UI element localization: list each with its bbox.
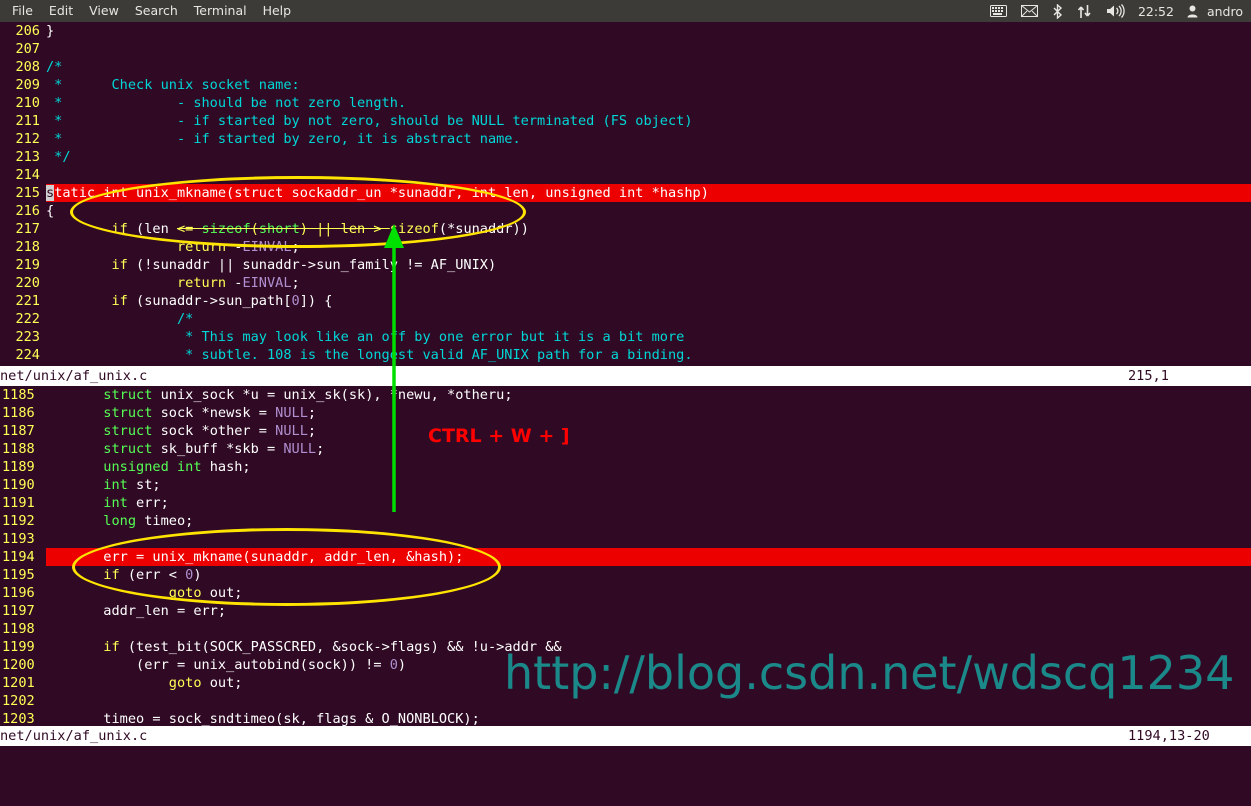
code-line: 210 * - should be not zero length. [0, 94, 1251, 112]
annotation-keystroke-hint: CTRL + W + ] [428, 425, 570, 447]
menu-edit[interactable]: Edit [41, 0, 81, 22]
code-line: 216{ [0, 202, 1251, 220]
status-position: 1194,13-20 [1128, 728, 1210, 744]
line-number: 1195 [2, 567, 35, 583]
menu-terminal[interactable]: Terminal [186, 0, 255, 22]
code-line: 1191 int err; [2, 495, 169, 511]
code-line: 218 return -EINVAL; [0, 238, 1251, 256]
code-line: 212 * - if started by zero, it is abstra… [0, 130, 1251, 148]
code-line: 223 * This may look like an off by one e… [0, 328, 1251, 346]
code-line: 211 * - if started by not zero, should b… [0, 112, 1251, 130]
line-number: 1199 [2, 639, 35, 655]
keyboard-icon[interactable] [983, 5, 1014, 17]
code-line: 1197 addr_len = err; [2, 603, 227, 619]
line-number: 1191 [2, 495, 35, 511]
line-number: 1190 [2, 477, 35, 493]
line-number: 1193 [2, 531, 35, 547]
line-number: 1189 [2, 459, 35, 475]
line-number: 219 [15, 257, 40, 273]
line-number: 212 [15, 131, 40, 147]
status-filename: net/unix/af_unix.c [0, 368, 148, 384]
line-number: 221 [15, 293, 40, 309]
network-icon[interactable] [1070, 4, 1099, 19]
code-line: 214 [0, 166, 1251, 184]
code-line: 1192 long timeo; [2, 513, 194, 529]
line-number: 1196 [2, 585, 35, 601]
line-number: 224 [15, 347, 40, 363]
code-line-highlighted: 215 static int unix_mkname(struct sockadd… [0, 184, 1251, 202]
menu-file[interactable]: File [4, 0, 41, 22]
code-line: 208/* [0, 58, 1251, 76]
line-number: 209 [15, 77, 40, 93]
code-line: 221 if (sunaddr->sun_path[0]) { [0, 292, 1251, 310]
code-line: 1185 struct unix_sock *u = unix_sk(sk), … [2, 387, 513, 403]
vim-top-pane[interactable]: 206} 207 208/* 209 * Check unix socket n… [0, 22, 1251, 364]
user-icon[interactable] [1180, 5, 1205, 18]
line-number: 1187 [2, 423, 35, 439]
code-line: 1188 struct sk_buff *skb = NULL; [2, 441, 325, 457]
line-number: 218 [15, 239, 40, 255]
line-number: 213 [15, 149, 40, 165]
code-line: 1187 struct sock *other = NULL; [2, 423, 317, 439]
code-line: 1198 [0, 620, 1251, 638]
line-number: 214 [15, 167, 40, 183]
code-line: 217 if (len <= sizeof(short) || len > si… [0, 220, 1251, 238]
menu-help[interactable]: Help [255, 0, 300, 22]
line-number: 1194 [0, 548, 46, 566]
line-number: 206 [15, 23, 40, 39]
line-number: 216 [15, 203, 40, 219]
line-number: 217 [15, 221, 40, 237]
line-number: 207 [15, 41, 40, 57]
code-line: 213 */ [0, 148, 1251, 166]
code-line: 219 if (!sunaddr || sunaddr->sun_family … [0, 256, 1251, 274]
line-number: 1192 [2, 513, 35, 529]
code-line: 1196 goto out; [2, 585, 243, 601]
line-number: 215 [0, 184, 46, 202]
code-line: 1193 [0, 530, 1251, 548]
line-number: 1201 [2, 675, 35, 691]
vim-status-bottom: net/unix/af_unix.c 1194,13-20 [0, 726, 1251, 746]
code-line: 206} [0, 22, 1251, 40]
line-number: 210 [15, 95, 40, 111]
username-label[interactable]: andro [1205, 4, 1251, 19]
vim-status-top: net/unix/af_unix.c 215,1 [0, 366, 1251, 386]
mail-icon[interactable] [1014, 5, 1045, 17]
volume-icon[interactable] [1099, 4, 1132, 18]
line-number: 223 [15, 329, 40, 345]
bluetooth-icon[interactable] [1045, 3, 1070, 19]
code-line: 209 * Check unix socket name: [0, 76, 1251, 94]
watermark-url: http://blog.csdn.net/wdscq1234 [504, 646, 1235, 700]
clock[interactable]: 22:52 [1132, 4, 1180, 19]
status-position: 215,1 [1128, 368, 1169, 384]
system-tray: 22:52 andro [983, 0, 1251, 22]
code-line: 220 return -EINVAL; [0, 274, 1251, 292]
line-number: 222 [15, 311, 40, 327]
terminal-window: File Edit View Search Terminal Help 22:5… [0, 0, 1251, 767]
line-number: 220 [15, 275, 40, 291]
status-filename: net/unix/af_unix.c [0, 728, 148, 744]
line-number: 1186 [2, 405, 35, 421]
line-number: 1200 [2, 657, 35, 673]
menu-bar: File Edit View Search Terminal Help 22:5… [0, 0, 1251, 22]
code-line: 224 * subtle. 108 is the longest valid A… [0, 346, 1251, 364]
menu-search[interactable]: Search [127, 0, 186, 22]
line-number: 1185 [2, 387, 35, 403]
code-line-highlighted: 1194 err = unix_mkname(sunaddr, addr_len… [0, 548, 1251, 566]
line-number: 1198 [2, 621, 35, 637]
line-number: 1197 [2, 603, 35, 619]
code-line: 1195 if (err < 0) [2, 567, 202, 583]
line-number: 211 [15, 113, 40, 129]
code-line: 222 /* [0, 310, 1251, 328]
line-number: 1188 [2, 441, 35, 457]
code-line: 1186 struct sock *newsk = NULL; [2, 405, 317, 421]
code-line: 1190 int st; [2, 477, 161, 493]
line-number: 208 [15, 59, 40, 75]
code-line: 1189 unsigned int hash; [2, 459, 251, 475]
code-line: 207 [0, 40, 1251, 58]
line-number: 1202 [2, 693, 35, 709]
menu-view[interactable]: View [81, 0, 127, 22]
